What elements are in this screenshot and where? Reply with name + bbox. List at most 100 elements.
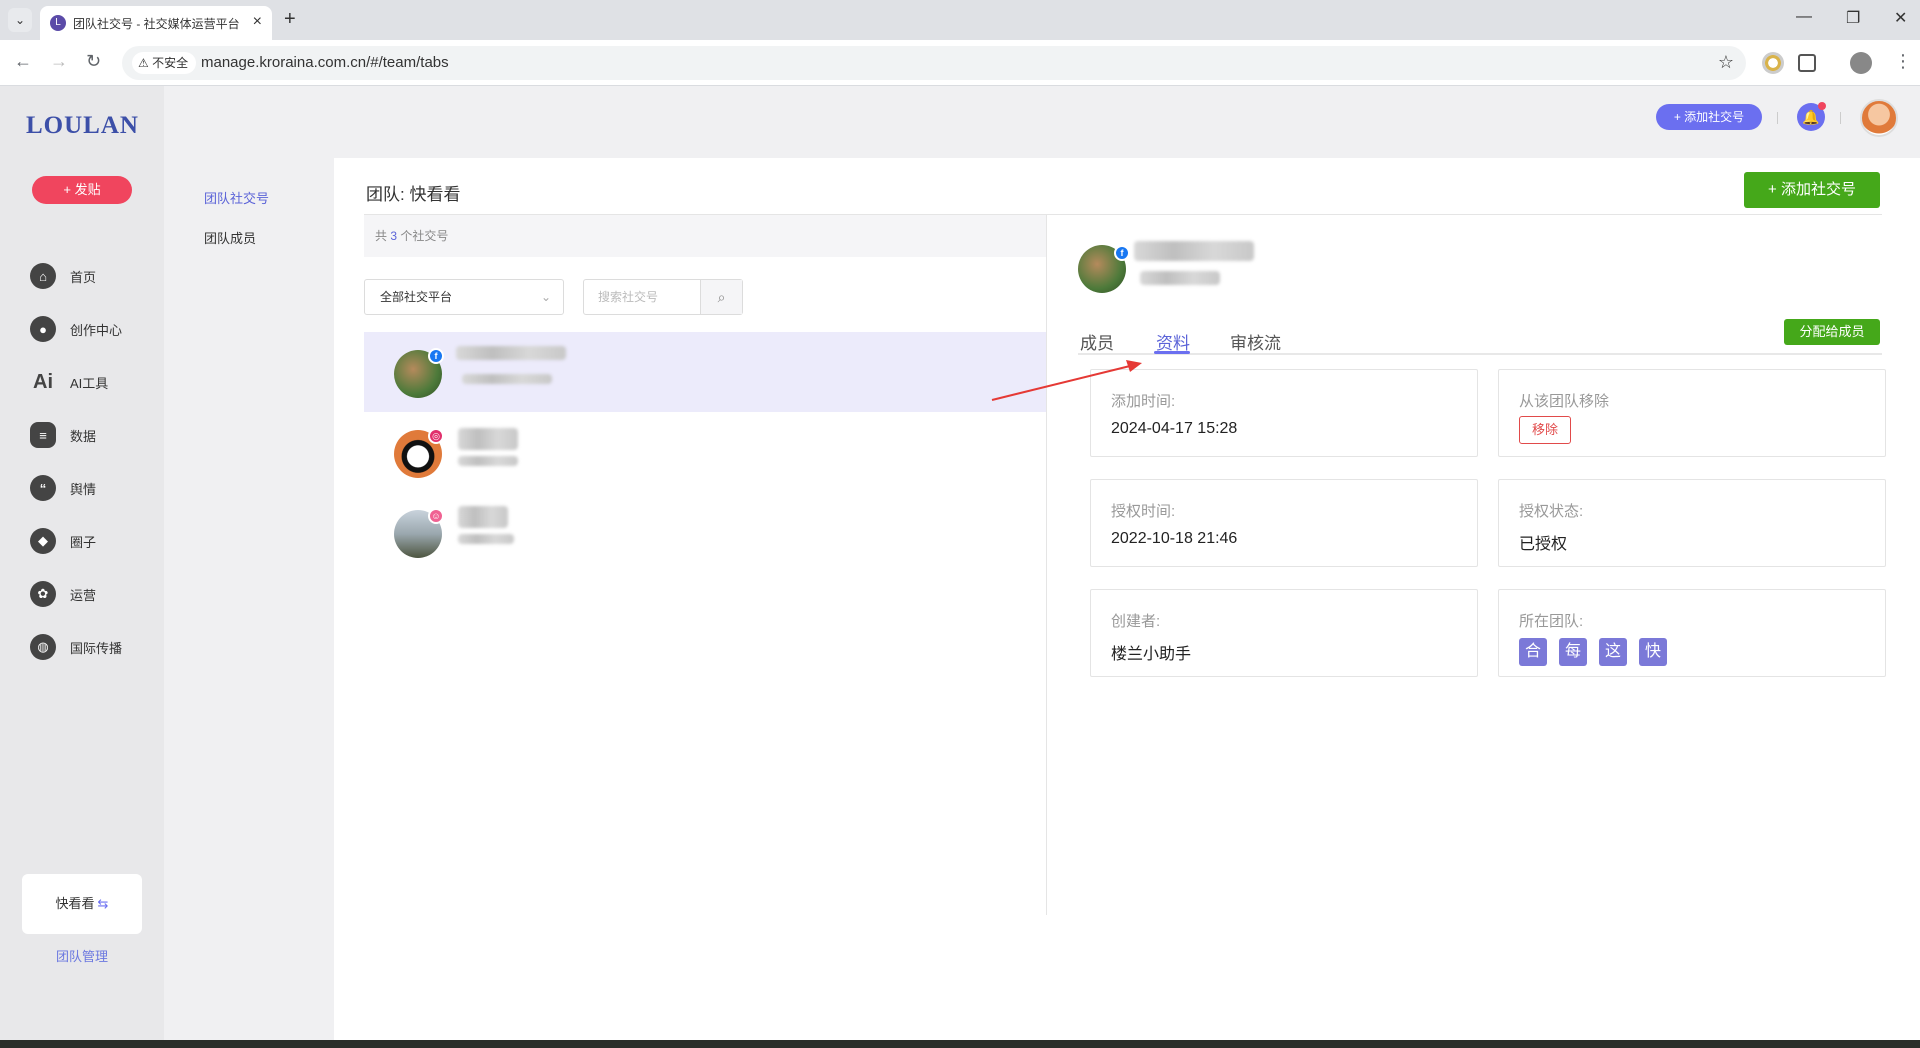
account-count: 共 3 个社交号 (364, 215, 1046, 257)
tab-review-flow[interactable]: 审核流 (1230, 329, 1281, 354)
platform-select[interactable]: 全部社交平台 ⌄ (364, 279, 564, 315)
card-label: 授权时间: (1111, 503, 1176, 520)
platform-badge-icon: ☺ (428, 508, 444, 524)
divider (1777, 112, 1778, 124)
card-label: 授权状态: (1519, 503, 1584, 520)
sidebar-item-creation[interactable]: ● 创作中心 (30, 315, 160, 343)
team-tag[interactable]: 合 (1519, 638, 1547, 666)
extensions-puzzle-icon[interactable] (1798, 54, 1816, 72)
sidebar-item-operations[interactable]: ✿ 运营 (30, 580, 160, 608)
account-row[interactable]: ☺ (364, 492, 1046, 572)
detail-handle-blurred (1140, 271, 1220, 285)
reload-icon[interactable]: ↻ (86, 51, 101, 72)
account-row[interactable]: f (364, 332, 1046, 412)
restore-icon[interactable]: ❐ (1846, 8, 1860, 28)
sidebar: LOULAN + 发贴 ⌂ 首页 ● 创作中心 Ai AI工具 ≡ 数据 “ 舆… (0, 86, 164, 1040)
chevron-down-icon: ⌄ (540, 290, 551, 304)
auth-status-card: 授权状态: 已授权 (1498, 479, 1886, 567)
instagram-icon: ◎ (428, 428, 444, 444)
current-team-name: 快看看 (55, 896, 95, 911)
facebook-icon: f (1114, 245, 1130, 261)
palette-icon: ● (30, 316, 56, 342)
team-tag[interactable]: 快 (1639, 638, 1667, 666)
quote-icon: “ (30, 475, 56, 501)
minimize-icon[interactable]: — (1796, 8, 1812, 26)
notification-dot (1818, 102, 1826, 110)
database-icon: ≡ (30, 422, 56, 448)
sidebar-item-data[interactable]: ≡ 数据 (30, 421, 160, 449)
main-panel: 团队: 快看看 + 添加社交号 共 3 个社交号 全部社交平台 ⌄ ⌕ f (334, 158, 1920, 1040)
card-value: 楼兰小助手 (1111, 646, 1192, 663)
current-team-switcher[interactable]: 快看看 ⇆ (22, 874, 142, 934)
account-list-pane: 共 3 个社交号 全部社交平台 ⌄ ⌕ f ◎ (364, 215, 1047, 915)
window-close-icon[interactable]: ✕ (1894, 8, 1907, 28)
card-label: 所在团队: (1519, 613, 1584, 630)
search-box: ⌕ (583, 279, 743, 315)
user-avatar[interactable] (1860, 99, 1898, 137)
team-tag[interactable]: 这 (1599, 638, 1627, 666)
account-handle-blurred (458, 534, 514, 544)
teams-card: 所在团队: 合 每 这 快 (1498, 589, 1886, 677)
switch-icon[interactable]: ⇆ (98, 896, 109, 911)
tab-members[interactable]: 成员 (1080, 329, 1114, 354)
account-name-blurred (458, 506, 508, 528)
operations-icon: ✿ (30, 581, 56, 607)
sidebar-item-international[interactable]: ◍ 国际传播 (30, 633, 160, 661)
account-handle-blurred (458, 456, 518, 466)
assign-to-member-button[interactable]: 分配给成员 (1784, 319, 1880, 345)
subnav-team-members[interactable]: 团队成员 (204, 228, 256, 247)
card-label: 创建者: (1111, 613, 1161, 630)
address-bar: ← → ↻ ⚠ 不安全 manage.kroraina.com.cn/#/tea… (0, 40, 1920, 86)
url-text[interactable]: manage.kroraina.com.cn/#/team/tabs (201, 54, 449, 71)
sidebar-item-circle[interactable]: ◆ 圈子 (30, 527, 160, 555)
account-row[interactable]: ◎ (364, 412, 1046, 492)
annotation-arrow (991, 360, 1142, 401)
account-handle-blurred (462, 374, 552, 384)
os-taskbar (0, 1040, 1920, 1048)
close-tab-icon[interactable]: × (253, 13, 262, 31)
profile-icon[interactable] (1850, 52, 1872, 74)
account-detail: f 成员 资料 审核流 分配给成员 添加时间: 2024-04-17 15:28… (1078, 215, 1886, 915)
search-icon[interactable]: ⌕ (700, 280, 742, 314)
app: LOULAN + 发贴 ⌂ 首页 ● 创作中心 Ai AI工具 ≡ 数据 “ 舆… (0, 86, 1920, 1040)
sidebar-item-sentiment[interactable]: “ 舆情 (30, 474, 160, 502)
browser-tabbar: ⌄ L 团队社交号 - 社交媒体运营平台 × + — ❐ ✕ (0, 0, 1920, 40)
auth-time-card: 授权时间: 2022-10-18 21:46 (1090, 479, 1478, 567)
account-name-blurred (456, 346, 566, 360)
search-input[interactable] (584, 280, 702, 314)
new-tab-icon[interactable]: + (284, 8, 296, 31)
sidebar-item-home[interactable]: ⌂ 首页 (30, 262, 160, 290)
post-button[interactable]: + 发贴 (32, 176, 132, 204)
active-tab-indicator (1154, 351, 1190, 354)
omnibox[interactable]: ⚠ 不安全 manage.kroraina.com.cn/#/team/tabs… (122, 46, 1746, 80)
back-icon[interactable]: ← (14, 51, 32, 72)
site-favicon-icon: L (50, 15, 66, 31)
extension-icon[interactable] (1762, 52, 1784, 74)
subnav-team-accounts[interactable]: 团队社交号 (204, 188, 269, 207)
browser-menu-icon[interactable]: ⋮ (1894, 51, 1912, 72)
top-add-account-button[interactable]: + 添加社交号 (1656, 104, 1762, 130)
divider (1840, 112, 1841, 124)
sidebar-item-ai-tools[interactable]: Ai AI工具 (30, 368, 160, 396)
team-management-link[interactable]: 团队管理 (0, 946, 164, 965)
card-value: 已授权 (1519, 536, 1568, 553)
browser-tab[interactable]: L 团队社交号 - 社交媒体运营平台 × (40, 6, 272, 40)
tab-search-dropdown[interactable]: ⌄ (8, 8, 32, 32)
ai-icon: Ai (33, 370, 53, 393)
logo[interactable]: LOULAN (26, 112, 139, 140)
compass-icon: ◆ (30, 528, 56, 554)
creator-card: 创建者: 楼兰小助手 (1090, 589, 1478, 677)
tab-title: 团队社交号 - 社交媒体运营平台 (73, 17, 240, 31)
subnav: 团队社交号 团队成员 (164, 86, 334, 1040)
insecure-badge[interactable]: ⚠ 不安全 (132, 52, 197, 74)
globe-icon: ◍ (30, 634, 56, 660)
remove-from-team-card: 从该团队移除 移除 (1498, 369, 1886, 457)
card-label: 从该团队移除 (1519, 393, 1610, 410)
forward-icon[interactable]: → (50, 51, 68, 72)
team-tag[interactable]: 每 (1559, 638, 1587, 666)
bookmark-star-icon[interactable]: ☆ (1718, 52, 1734, 73)
page-title: 团队: 快看看 (366, 185, 461, 204)
add-account-button[interactable]: + 添加社交号 (1744, 172, 1880, 208)
remove-button[interactable]: 移除 (1519, 416, 1571, 444)
detail-name-blurred (1134, 241, 1254, 261)
